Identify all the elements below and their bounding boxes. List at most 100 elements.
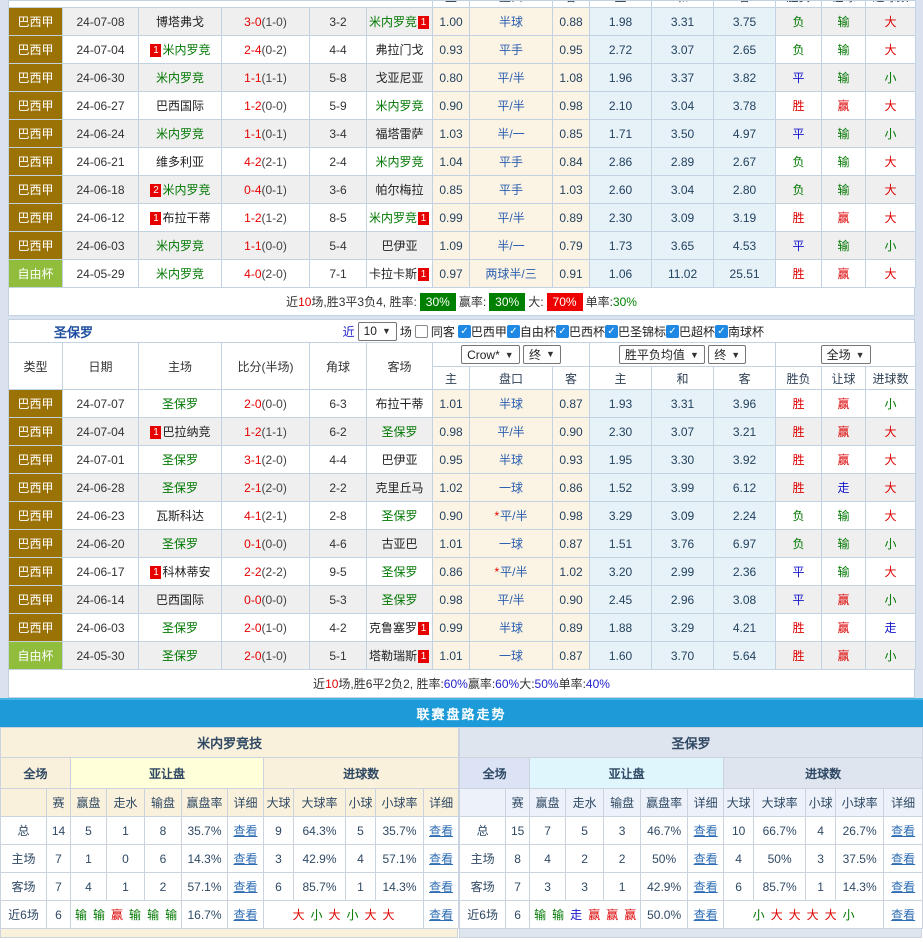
- asian-home-odds: 1.04: [432, 147, 471, 176]
- view-detail-cell: 查看: [883, 900, 923, 929]
- view-detail-link[interactable]: 查看: [694, 824, 718, 838]
- league-type-cell: 巴西甲: [8, 417, 63, 446]
- handicap-result-cell: 输: [821, 63, 867, 92]
- group-header-asian-handicap: 亚让盘: [70, 757, 264, 789]
- asian-home-odds: 0.99: [432, 613, 470, 642]
- euro-home-odds: 1.06: [589, 259, 653, 288]
- league-checkbox[interactable]: ✓: [555, 324, 569, 338]
- card-count-badge: 2: [150, 184, 162, 198]
- euro-draw-odds: 3.04: [651, 175, 715, 204]
- team-name: 克里丘马: [375, 481, 424, 495]
- view-detail-link[interactable]: 查看: [429, 880, 453, 894]
- handicap-line: *平/半: [469, 501, 553, 530]
- view-detail-link[interactable]: 查看: [694, 908, 718, 922]
- score-cell: 1-1(0-1): [221, 119, 310, 148]
- view-detail-link[interactable]: 查看: [694, 880, 718, 894]
- euro-final-select[interactable]: 终 ▼: [708, 345, 747, 364]
- home-team-cell: 米内罗竞: [138, 119, 222, 148]
- handicap-line: 两球半/三: [469, 259, 554, 288]
- clipped-header-cell: 主: [589, 0, 653, 8]
- corner-score: 6-3: [309, 389, 367, 418]
- league-checkbox[interactable]: ✓: [665, 324, 679, 338]
- under-rate: 57.1%: [375, 844, 424, 873]
- streak-item: 大: [364, 908, 377, 922]
- clipped-header-cell: 盘口: [469, 0, 554, 8]
- asian-home-odds: 1.01: [432, 641, 470, 670]
- view-detail-link[interactable]: 查看: [429, 852, 453, 866]
- league-filter-label: 巴西甲: [470, 324, 507, 339]
- trend-col-header: 小球: [345, 788, 376, 817]
- scope-select[interactable]: 全场 ▼: [820, 345, 871, 364]
- goals-result-cell: 大: [865, 445, 917, 474]
- league-type-cell: 巴西甲: [8, 445, 63, 474]
- away-team-cell: 圣保罗: [366, 557, 433, 586]
- view-detail-link[interactable]: 查看: [233, 824, 257, 838]
- home-team-cell: 瓦斯科达: [138, 501, 222, 530]
- view-detail-link[interactable]: 查看: [891, 880, 915, 894]
- col-header-date: 日期: [62, 342, 139, 390]
- same-away-checkbox[interactable]: [414, 324, 428, 338]
- panel-bottom-strip: [0, 929, 458, 938]
- euro-home-odds: 1.96: [589, 63, 653, 92]
- handicap-text: 半/一: [497, 127, 525, 141]
- half-time-score: (1-1): [261, 424, 287, 439]
- scope-value: 全场: [826, 348, 851, 362]
- match-date: 24-05-30: [62, 641, 139, 670]
- view-detail-link[interactable]: 查看: [233, 852, 257, 866]
- euro-home-odds: 1.52: [589, 473, 653, 502]
- score-cell: 1-2(0-0): [221, 91, 310, 120]
- score-cell: 2-4(0-2): [221, 35, 310, 64]
- home-team-cell: 圣保罗: [138, 473, 222, 502]
- over-rate: 85.7%: [753, 872, 807, 901]
- corner-score: 4-6: [309, 529, 367, 558]
- bookmaker-select[interactable]: Crow* ▼: [461, 345, 520, 365]
- clipped-header-cell: 胜负: [775, 0, 823, 8]
- match-row: 巴西甲 24-06-30 米内罗竞 1-1(1-1) 5-8 戈亚尼亚 0.80 平/半 1.0…: [8, 63, 917, 92]
- league-checkbox[interactable]: ✓: [714, 324, 728, 338]
- summary-segment: 单率:: [558, 677, 586, 691]
- view-detail-link[interactable]: 查看: [891, 824, 915, 838]
- chevron-down-icon: ▼: [546, 349, 555, 360]
- result-cell-value: 胜: [792, 267, 805, 281]
- result-cell-value: 负: [792, 537, 805, 551]
- col-header-away: 客场: [366, 342, 433, 390]
- streak-item: 赢: [111, 908, 124, 922]
- league-checkbox[interactable]: ✓: [604, 324, 618, 338]
- euro-draw-odds: 3.37: [651, 63, 715, 92]
- asian-final-select[interactable]: 终 ▼: [523, 344, 561, 364]
- summary-segment: 大:: [519, 677, 535, 691]
- summary-segment: 单率:: [585, 295, 613, 309]
- half-time-score: (0-2): [261, 42, 287, 57]
- streak-item: 赢: [606, 908, 619, 922]
- view-detail-link[interactable]: 查看: [429, 824, 453, 838]
- view-detail-link[interactable]: 查看: [891, 852, 915, 866]
- goals-result-cell: 小: [865, 231, 917, 260]
- view-detail-link[interactable]: 查看: [891, 908, 915, 922]
- view-detail-link[interactable]: 查看: [694, 852, 718, 866]
- card-count-badge: 1: [418, 212, 430, 226]
- trend-group-header-row: 全场 亚让盘 进球数: [459, 757, 923, 789]
- avg-odds-select[interactable]: 胜平负均值 ▼: [618, 345, 705, 364]
- view-detail-link[interactable]: 查看: [233, 908, 257, 922]
- match-count-select[interactable]: 10 ▼: [357, 321, 397, 341]
- match-row: 巴西甲 24-06-12 1 布拉干蒂 1-2(1-2) 8-5 米内罗竞 1 0.99 平/半 0…: [8, 203, 917, 232]
- view-detail-link[interactable]: 查看: [233, 880, 257, 894]
- trend-col-header: 输盘: [144, 788, 182, 817]
- goals-result-cell-value: 大: [884, 425, 897, 439]
- euro-away-odds: 2.24: [713, 501, 777, 530]
- corner-score: 5-4: [309, 231, 367, 260]
- asian-away-odds: 0.79: [552, 231, 591, 260]
- view-detail-cell: 查看: [227, 900, 264, 929]
- euro-away-odds: 3.19: [713, 203, 777, 232]
- asian-away-odds: 0.90: [551, 417, 591, 446]
- league-checkbox[interactable]: ✓: [457, 324, 471, 338]
- handicap-win-rate: 57.1%: [181, 872, 228, 901]
- league-checkbox[interactable]: ✓: [506, 324, 520, 338]
- under-count: 5: [345, 816, 376, 845]
- handicap-line: 一球: [469, 529, 553, 558]
- half-time-score: (1-0): [261, 648, 287, 663]
- match-date: 24-06-24: [62, 119, 139, 148]
- view-detail-link[interactable]: 查看: [429, 908, 453, 922]
- team-name: 科林蒂安: [162, 565, 211, 579]
- summary-segment: 10: [325, 676, 339, 691]
